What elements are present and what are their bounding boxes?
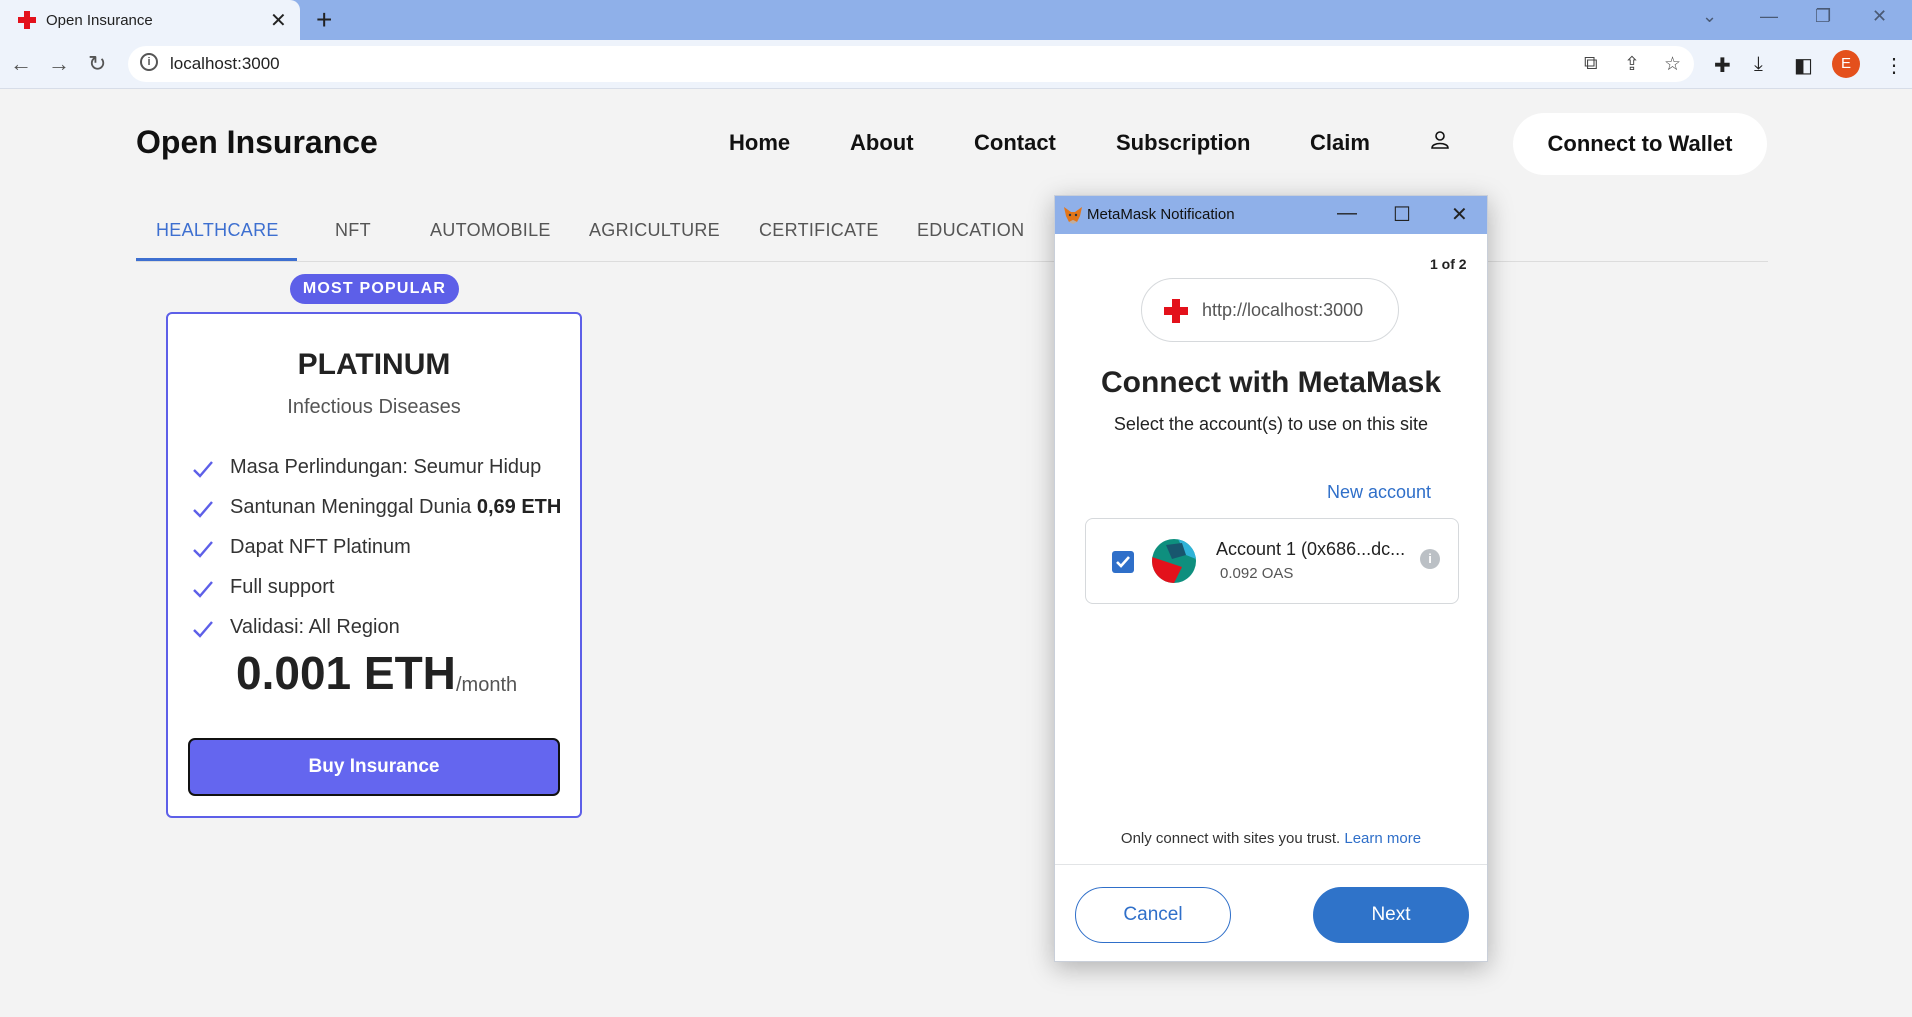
metamask-notification-window: MetaMask Notification — ☐ ✕ 1 of 2 http:… bbox=[1054, 195, 1488, 962]
tab-nft[interactable]: NFT bbox=[335, 220, 371, 241]
new-account-link[interactable]: New account bbox=[1327, 482, 1431, 503]
browser-tab-strip: Open Insurance ✕ + ⌄ — ❐ ✕ bbox=[0, 0, 1912, 40]
new-tab-icon[interactable]: + bbox=[316, 4, 332, 36]
plan-card: PLATINUM Infectious Diseases Masa Perlin… bbox=[166, 312, 582, 818]
profile-avatar[interactable]: E bbox=[1832, 50, 1860, 78]
address-bar[interactable]: i localhost:3000 ⧉ ⇪ ☆ bbox=[128, 46, 1694, 82]
connect-wallet-button[interactable]: Connect to Wallet bbox=[1513, 113, 1767, 175]
metamask-titlebar: MetaMask Notification — ☐ ✕ bbox=[1055, 196, 1487, 234]
requesting-site-pill: http://localhost:3000 bbox=[1141, 278, 1399, 342]
checkmark-icon bbox=[1116, 556, 1130, 568]
forward-icon[interactable]: → bbox=[48, 51, 70, 77]
menu-kebab-icon[interactable]: ⋮ bbox=[1884, 53, 1904, 78]
plan-period: /month bbox=[456, 674, 518, 696]
browser-toolbar: ← → ↻ i localhost:3000 ⧉ ⇪ ☆ ✚ ⤓ ◧ E ⋮ bbox=[0, 40, 1912, 89]
checkmark-icon bbox=[193, 461, 213, 478]
plan-price: 0.001 ETH bbox=[236, 647, 456, 699]
account-name: Account 1 (0x686...dc... bbox=[1216, 539, 1406, 559]
share-icon[interactable]: ⇪ bbox=[1624, 53, 1640, 76]
user-profile-icon[interactable] bbox=[1430, 130, 1450, 150]
reload-icon[interactable]: ↻ bbox=[88, 51, 106, 77]
maximize-window-icon[interactable]: ☐ bbox=[1393, 202, 1411, 227]
checkmark-icon bbox=[193, 621, 213, 638]
address-url: localhost:3000 bbox=[170, 54, 280, 73]
red-cross-favicon-icon bbox=[18, 11, 36, 29]
tab-search-icon[interactable]: ⌄ bbox=[1702, 6, 1717, 27]
checkmark-icon bbox=[193, 541, 213, 558]
extensions-puzzle-icon[interactable]: ✚ bbox=[1714, 53, 1731, 78]
close-window-icon[interactable]: ✕ bbox=[1872, 6, 1887, 27]
tab-healthcare[interactable]: HEALTHCARE bbox=[156, 220, 279, 241]
request-counter: 1 of 2 bbox=[1430, 256, 1467, 272]
site-brand[interactable]: Open Insurance bbox=[136, 124, 378, 161]
next-button[interactable]: Next bbox=[1313, 887, 1469, 943]
side-panel-icon[interactable]: ◧ bbox=[1794, 53, 1813, 78]
close-window-icon[interactable]: ✕ bbox=[1451, 202, 1468, 227]
red-cross-site-icon bbox=[1164, 299, 1188, 323]
nav-subscription[interactable]: Subscription bbox=[1116, 130, 1250, 156]
plan-subtitle: Infectious Diseases bbox=[287, 396, 461, 418]
download-icon[interactable]: ⤓ bbox=[1754, 53, 1763, 76]
browser-tab[interactable]: Open Insurance ✕ bbox=[0, 0, 300, 40]
tabs-divider bbox=[136, 261, 1768, 262]
metamask-window-title: MetaMask Notification bbox=[1087, 206, 1235, 223]
account-jazzicon-avatar bbox=[1152, 539, 1196, 583]
tab-agriculture[interactable]: AGRICULTURE bbox=[589, 220, 720, 241]
learn-more-link[interactable]: Learn more bbox=[1344, 830, 1421, 847]
connect-subheading: Select the account(s) to use on this sit… bbox=[1113, 414, 1429, 434]
trust-notice: Only connect with sites you trust. Learn… bbox=[1120, 830, 1422, 847]
open-in-app-icon[interactable]: ⧉ bbox=[1584, 53, 1598, 75]
tab-education[interactable]: EDUCATION bbox=[917, 220, 1024, 241]
checkmark-icon bbox=[193, 501, 213, 518]
account-row[interactable]: Account 1 (0x686...dc... 0.092 OAS i bbox=[1085, 518, 1459, 604]
requesting-site-url: http://localhost:3000 bbox=[1202, 300, 1364, 320]
restore-window-icon[interactable]: ❐ bbox=[1815, 6, 1831, 27]
nav-contact[interactable]: Contact bbox=[974, 130, 1056, 156]
connect-heading: Connect with MetaMask bbox=[1100, 366, 1442, 399]
account-info-icon[interactable]: i bbox=[1420, 549, 1440, 569]
cancel-button[interactable]: Cancel bbox=[1075, 887, 1231, 943]
nav-claim[interactable]: Claim bbox=[1310, 130, 1370, 156]
plan-name: PLATINUM bbox=[297, 348, 451, 381]
minimize-window-icon[interactable]: — bbox=[1760, 6, 1778, 27]
nav-home[interactable]: Home bbox=[729, 130, 790, 156]
account-balance: 0.092 OAS bbox=[1220, 565, 1294, 582]
account-checkbox[interactable] bbox=[1112, 551, 1134, 573]
active-tab-indicator bbox=[136, 258, 297, 261]
footer-divider bbox=[1055, 864, 1487, 865]
checkmark-icon bbox=[193, 581, 213, 598]
minimize-window-icon[interactable]: — bbox=[1337, 202, 1357, 225]
buy-insurance-button[interactable]: Buy Insurance bbox=[188, 738, 560, 796]
back-icon[interactable]: ← bbox=[10, 51, 32, 77]
most-popular-badge: MOST POPULAR bbox=[290, 274, 459, 304]
tab-automobile[interactable]: AUTOMOBILE bbox=[430, 220, 551, 241]
browser-tab-title: Open Insurance bbox=[46, 12, 153, 29]
metamask-fox-icon bbox=[1064, 207, 1082, 224]
close-tab-icon[interactable]: ✕ bbox=[270, 8, 287, 33]
tab-certificate[interactable]: CERTIFICATE bbox=[759, 220, 879, 241]
site-info-icon[interactable]: i bbox=[140, 53, 158, 71]
nav-about[interactable]: About bbox=[850, 130, 914, 156]
bookmark-star-icon[interactable]: ☆ bbox=[1664, 53, 1681, 76]
